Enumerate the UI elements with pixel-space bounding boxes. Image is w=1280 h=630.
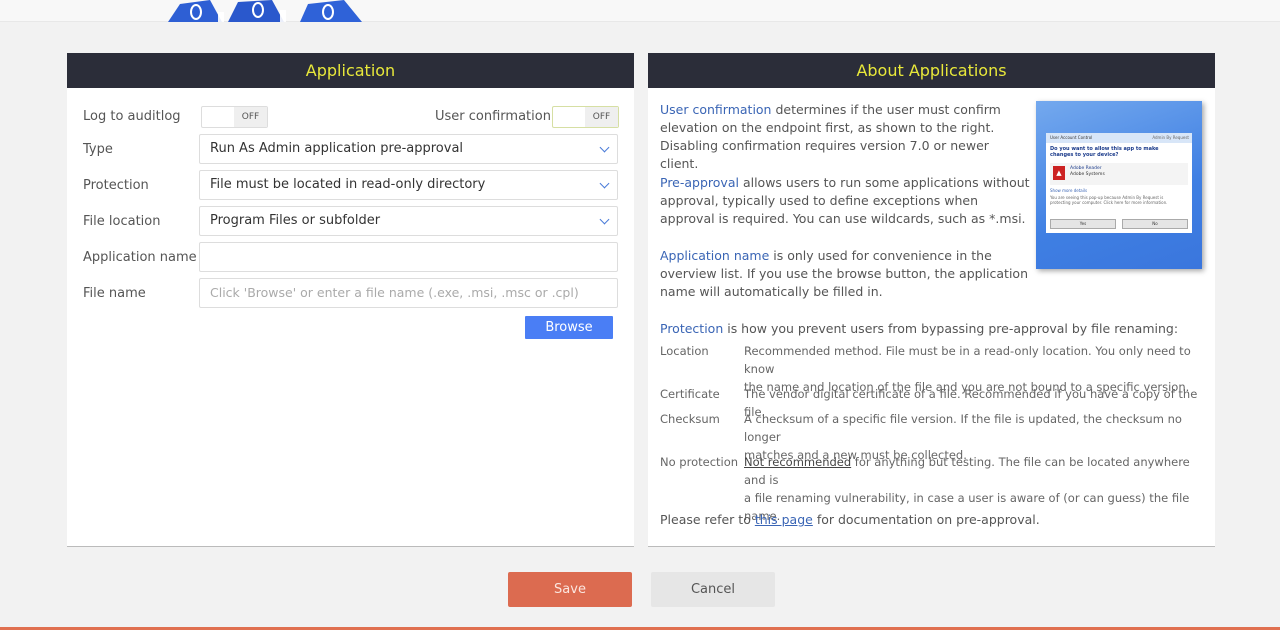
pdf-icon: ▲ (1053, 166, 1065, 180)
about-applications-panel: About Applications User confirmation det… (648, 53, 1215, 547)
user-confirmation-label: User confirmation (435, 109, 551, 124)
not-recommended-text: Not recommended (744, 455, 852, 469)
protection-select[interactable]: File must be located in read-only direct… (199, 170, 618, 200)
protection-help: Protection is how you prevent users from… (660, 321, 1179, 336)
top-bar (0, 0, 1280, 22)
auditlog-toggle-state: OFF (234, 107, 267, 127)
protection-type-term: Certificate (660, 387, 720, 401)
type-label: Type (83, 142, 113, 157)
save-button[interactable]: Save (508, 572, 632, 607)
protection-type-term: No protection (660, 455, 739, 469)
about-panel-title: About Applications (648, 53, 1215, 88)
file-name-label: File name (83, 286, 146, 301)
user-confirmation-help: User confirmation determines if the user… (660, 102, 1001, 171)
chevron-down-icon (599, 142, 610, 153)
uac-question: Do you want to allow this app to make ch… (1050, 146, 1159, 158)
application-name-label: Application name (83, 250, 197, 265)
application-panel-title: Application (67, 53, 634, 88)
file-location-select[interactable]: Program Files or subfolder (199, 206, 618, 236)
user-confirmation-toggle[interactable]: OFF (552, 106, 619, 128)
application-name-help: Application name is only used for conven… (660, 248, 1028, 299)
uac-no-button: No (1122, 219, 1188, 229)
user-confirmation-toggle-state: OFF (585, 107, 618, 127)
protection-select-value: File must be located in read-only direct… (210, 177, 486, 192)
uac-screenshot-image: User Account Control Admin By Request Do… (1036, 101, 1202, 269)
file-location-select-value: Program Files or subfolder (210, 213, 381, 228)
application-panel: Application Log to auditlog OFF User con… (67, 53, 634, 547)
dice-logo-icon (168, 0, 362, 22)
uac-dialog: User Account Control Admin By Request Do… (1046, 133, 1192, 233)
protection-type-term: Location (660, 344, 709, 358)
application-name-input[interactable] (199, 242, 618, 272)
chevron-down-icon (599, 214, 610, 225)
this-page-link[interactable]: this page (755, 512, 813, 527)
application-name-term: Application name (660, 248, 770, 263)
cancel-button[interactable]: Cancel (651, 572, 775, 607)
file-name-input[interactable]: Click 'Browse' or enter a file name (.ex… (199, 278, 618, 308)
pre-approval-term: Pre-approval (660, 175, 739, 190)
type-select[interactable]: Run As Admin application pre-approval (199, 134, 618, 164)
uac-yes-button: Yes (1050, 219, 1116, 229)
browse-button[interactable]: Browse (525, 316, 613, 339)
protection-label: Protection (83, 178, 149, 193)
pre-approval-help: Pre-approval allows users to run some ap… (660, 175, 1030, 226)
type-select-value: Run As Admin application pre-approval (210, 141, 464, 156)
file-location-label: File location (83, 214, 161, 229)
auditlog-toggle[interactable]: OFF (201, 106, 268, 128)
documentation-note: Please refer to this page for documentat… (660, 512, 1040, 527)
protection-term: Protection (660, 321, 724, 336)
chevron-down-icon (599, 178, 610, 189)
uac-titlebar: User Account Control Admin By Request (1046, 133, 1192, 143)
user-confirmation-term: User confirmation (660, 102, 772, 117)
protection-type-term: Checksum (660, 412, 720, 426)
auditlog-label: Log to auditlog (83, 109, 181, 124)
uac-app-info: ▲ Adobe Reader Adobe Systems (1050, 163, 1188, 185)
